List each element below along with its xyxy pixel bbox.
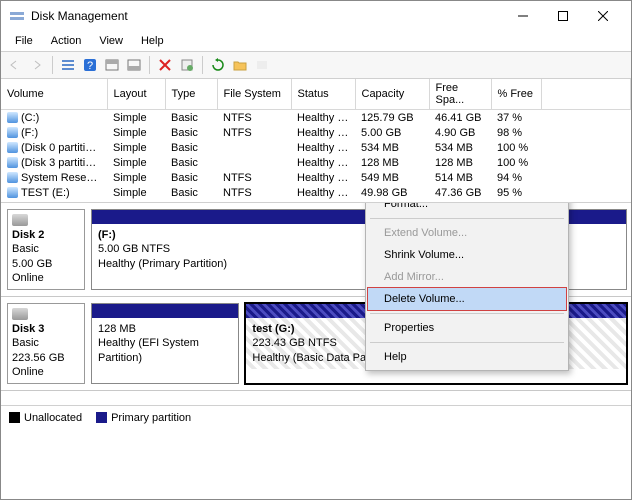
volume-list[interactable]: VolumeLayoutTypeFile SystemStatusCapacit… (1, 79, 631, 203)
volume-row[interactable]: (Disk 0 partition 3)SimpleBasicHealthy (… (1, 140, 631, 155)
legend-primary: Primary partition (111, 412, 191, 424)
window-title: Disk Management (31, 9, 503, 23)
ctx-delete[interactable]: Delete Volume... (368, 288, 566, 310)
disk-header[interactable]: Disk 3Basic223.56 GBOnline (7, 303, 85, 384)
col-7[interactable]: % Free (491, 79, 541, 110)
minimize-button[interactable] (503, 2, 543, 30)
folder-icon[interactable] (230, 55, 250, 75)
menu-view[interactable]: View (91, 33, 131, 49)
app-icon (9, 8, 25, 24)
panel-top-icon[interactable] (102, 55, 122, 75)
menu-file[interactable]: File (7, 33, 41, 49)
extra-icon (252, 55, 272, 75)
swatch-primary (96, 412, 107, 423)
col-4[interactable]: Status (291, 79, 355, 110)
back-icon (5, 55, 25, 75)
ctx-properties[interactable]: Properties (368, 317, 566, 339)
col-1[interactable]: Layout (107, 79, 165, 110)
maximize-button[interactable] (543, 2, 583, 30)
ctx-shrink[interactable]: Shrink Volume... (368, 244, 566, 266)
disk-icon (12, 214, 28, 226)
panel-bottom-icon[interactable] (124, 55, 144, 75)
legend: Unallocated Primary partition (1, 405, 631, 429)
refresh-icon[interactable] (208, 55, 228, 75)
menubar: File Action View Help (1, 31, 631, 51)
titlebar: Disk Management (1, 1, 631, 31)
col-5[interactable]: Capacity (355, 79, 429, 110)
forward-icon (27, 55, 47, 75)
menu-help[interactable]: Help (133, 33, 172, 49)
menu-action[interactable]: Action (43, 33, 90, 49)
partition-box[interactable]: 128 MBHealthy (EFI System Partition) (91, 303, 239, 384)
col-2[interactable]: Type (165, 79, 217, 110)
list-view-icon[interactable] (58, 55, 78, 75)
volume-row[interactable]: (C:)SimpleBasicNTFSHealthy (B...125.79 G… (1, 110, 631, 126)
ctx-format[interactable]: Format... (368, 203, 566, 215)
ctx-help[interactable]: Help (368, 346, 566, 368)
disk-header[interactable]: Disk 2Basic5.00 GBOnline (7, 209, 85, 290)
col-6[interactable]: Free Spa... (429, 79, 491, 110)
close-button[interactable] (583, 2, 623, 30)
col-0[interactable]: Volume (1, 79, 107, 110)
remove-icon[interactable] (155, 55, 175, 75)
legend-unallocated: Unallocated (24, 412, 82, 424)
disk-icon (12, 308, 28, 320)
svg-text:?: ? (87, 60, 93, 72)
toolbar: ? (1, 51, 631, 79)
settings-icon[interactable] (177, 55, 197, 75)
volume-row[interactable]: TEST (E:)SimpleBasicNTFSHealthy (B...49.… (1, 185, 631, 200)
swatch-unallocated (9, 412, 20, 423)
ctx-extend: Extend Volume... (368, 222, 566, 244)
col-3[interactable]: File System (217, 79, 291, 110)
context-menu: Open Explore Mark Partition as Active Ch… (365, 203, 569, 371)
help-icon[interactable]: ? (80, 55, 100, 75)
disk-graphical-view[interactable]: Disk 2Basic5.00 GBOnline(F:)5.00 GB NTFS… (1, 203, 631, 405)
volume-row[interactable]: (Disk 3 partition 1)SimpleBasicHealthy (… (1, 155, 631, 170)
volume-row[interactable]: (F:)SimpleBasicNTFSHealthy (P...5.00 GB4… (1, 125, 631, 140)
volume-row[interactable]: System ReservedSimpleBasicNTFSHealthy (S… (1, 170, 631, 185)
ctx-mirror: Add Mirror... (368, 266, 566, 288)
